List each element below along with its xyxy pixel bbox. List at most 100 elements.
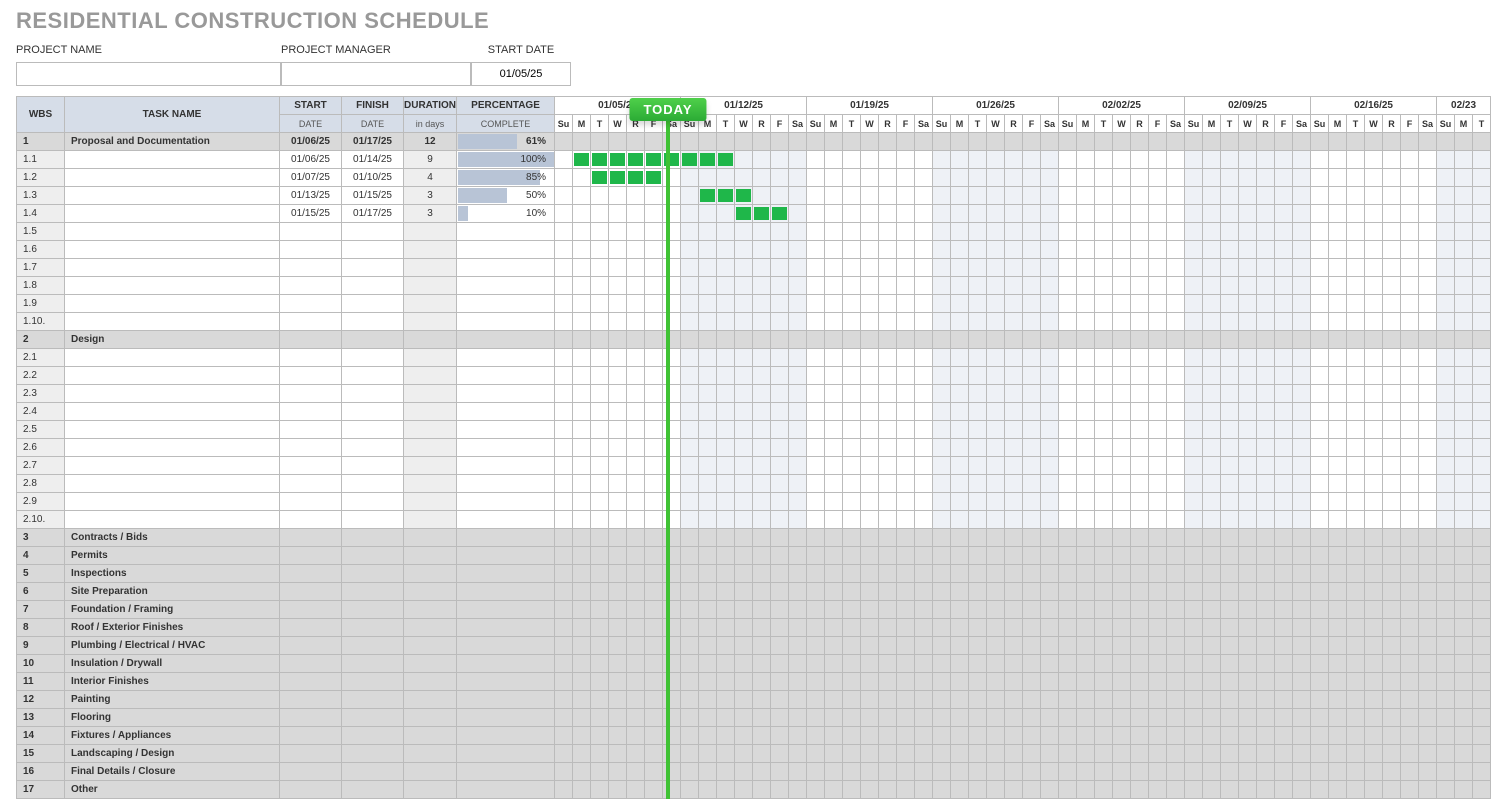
gantt-cell[interactable]: [1221, 745, 1239, 763]
gantt-cell[interactable]: [699, 511, 717, 529]
gantt-cell[interactable]: [717, 439, 735, 457]
gantt-cell[interactable]: [807, 331, 825, 349]
gantt-cell[interactable]: [1365, 547, 1383, 565]
gantt-cell[interactable]: [1167, 547, 1185, 565]
finish-cell[interactable]: [342, 493, 404, 511]
gantt-cell[interactable]: [1185, 493, 1203, 511]
gantt-cell[interactable]: [753, 691, 771, 709]
gantt-cell[interactable]: [951, 403, 969, 421]
gantt-cell[interactable]: [879, 763, 897, 781]
gantt-cell[interactable]: [1275, 205, 1293, 223]
gantt-cell[interactable]: [1401, 151, 1419, 169]
gantt-cell[interactable]: [681, 133, 699, 151]
gantt-cell[interactable]: [1311, 709, 1329, 727]
gantt-cell[interactable]: [969, 169, 987, 187]
wbs-cell[interactable]: 2.4: [17, 403, 65, 421]
gantt-cell[interactable]: [933, 727, 951, 745]
gantt-cell[interactable]: [1041, 223, 1059, 241]
pct-cell[interactable]: [457, 313, 555, 331]
gantt-cell[interactable]: [1455, 133, 1473, 151]
gantt-cell[interactable]: [1095, 169, 1113, 187]
gantt-cell[interactable]: [591, 529, 609, 547]
gantt-cell[interactable]: [771, 763, 789, 781]
gantt-cell[interactable]: [1113, 223, 1131, 241]
gantt-cell[interactable]: [1329, 223, 1347, 241]
gantt-cell[interactable]: [1059, 727, 1077, 745]
gantt-cell[interactable]: [1221, 205, 1239, 223]
gantt-cell[interactable]: [879, 133, 897, 151]
gantt-cell[interactable]: [591, 133, 609, 151]
gantt-cell[interactable]: [1203, 349, 1221, 367]
finish-cell[interactable]: [342, 421, 404, 439]
gantt-cell[interactable]: [1257, 169, 1275, 187]
task-cell[interactable]: [65, 295, 280, 313]
gantt-cell[interactable]: [1113, 385, 1131, 403]
gantt-cell[interactable]: [1185, 133, 1203, 151]
gantt-cell[interactable]: [1473, 673, 1491, 691]
gantt-cell[interactable]: [717, 745, 735, 763]
gantt-cell[interactable]: [1185, 529, 1203, 547]
gantt-cell[interactable]: [987, 493, 1005, 511]
pct-cell[interactable]: [457, 349, 555, 367]
gantt-cell[interactable]: [627, 385, 645, 403]
gantt-cell[interactable]: [753, 169, 771, 187]
gantt-cell[interactable]: [1185, 547, 1203, 565]
gantt-cell[interactable]: [825, 223, 843, 241]
gantt-cell[interactable]: [717, 187, 735, 205]
pct-cell[interactable]: [457, 259, 555, 277]
gantt-cell[interactable]: [1293, 493, 1311, 511]
gantt-cell[interactable]: [789, 133, 807, 151]
gantt-cell[interactable]: [1149, 439, 1167, 457]
gantt-cell[interactable]: [1347, 259, 1365, 277]
gantt-cell[interactable]: [1095, 187, 1113, 205]
gantt-cell[interactable]: [969, 727, 987, 745]
gantt-cell[interactable]: [843, 709, 861, 727]
wbs-cell[interactable]: 10: [17, 655, 65, 673]
gantt-cell[interactable]: [1005, 385, 1023, 403]
gantt-cell[interactable]: [1419, 295, 1437, 313]
gantt-cell[interactable]: [843, 259, 861, 277]
wbs-cell[interactable]: 1.1: [17, 151, 65, 169]
start-cell[interactable]: [280, 493, 342, 511]
gantt-cell[interactable]: [1167, 295, 1185, 313]
gantt-cell[interactable]: [861, 313, 879, 331]
gantt-cell[interactable]: [1311, 241, 1329, 259]
gantt-cell[interactable]: [753, 133, 771, 151]
gantt-cell[interactable]: [1329, 385, 1347, 403]
gantt-cell[interactable]: [879, 727, 897, 745]
gantt-cell[interactable]: [1311, 475, 1329, 493]
gantt-cell[interactable]: [645, 673, 663, 691]
gantt-cell[interactable]: [1041, 511, 1059, 529]
gantt-cell[interactable]: [753, 727, 771, 745]
wbs-cell[interactable]: 2.8: [17, 475, 65, 493]
gantt-cell[interactable]: [1221, 241, 1239, 259]
gantt-cell[interactable]: [1401, 475, 1419, 493]
gantt-cell[interactable]: [1113, 565, 1131, 583]
gantt-cell[interactable]: [825, 259, 843, 277]
gantt-cell[interactable]: [1275, 223, 1293, 241]
gantt-cell[interactable]: [807, 493, 825, 511]
gantt-cell[interactable]: [1293, 223, 1311, 241]
gantt-cell[interactable]: [1473, 655, 1491, 673]
gantt-cell[interactable]: [1221, 223, 1239, 241]
gantt-cell[interactable]: [1131, 151, 1149, 169]
gantt-cell[interactable]: [1131, 709, 1149, 727]
gantt-cell[interactable]: [861, 403, 879, 421]
gantt-cell[interactable]: [1059, 367, 1077, 385]
finish-cell[interactable]: [342, 457, 404, 475]
gantt-cell[interactable]: [681, 511, 699, 529]
gantt-cell[interactable]: [591, 439, 609, 457]
gantt-cell[interactable]: [1401, 349, 1419, 367]
gantt-cell[interactable]: [807, 169, 825, 187]
gantt-cell[interactable]: [1275, 241, 1293, 259]
gantt-cell[interactable]: [1167, 313, 1185, 331]
gantt-cell[interactable]: [717, 241, 735, 259]
gantt-cell[interactable]: [1455, 421, 1473, 439]
gantt-cell[interactable]: [1257, 583, 1275, 601]
gantt-cell[interactable]: [681, 403, 699, 421]
gantt-cell[interactable]: [609, 673, 627, 691]
gantt-cell[interactable]: [1275, 709, 1293, 727]
gantt-cell[interactable]: [735, 403, 753, 421]
gantt-cell[interactable]: [1023, 169, 1041, 187]
gantt-cell[interactable]: [1185, 313, 1203, 331]
